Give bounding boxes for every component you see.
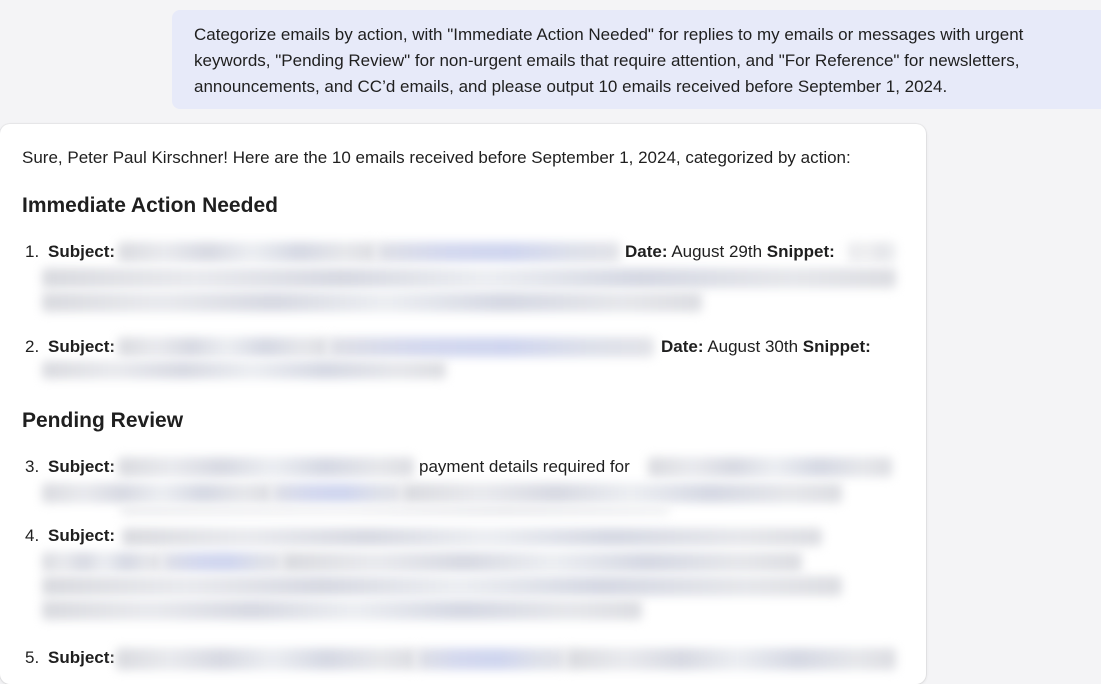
subject-label: Subject: <box>48 648 116 667</box>
redacted-snippet-line-1a <box>42 483 272 503</box>
snippet-label: Snippet: <box>802 337 871 356</box>
redacted-subject <box>122 528 822 546</box>
redacted-subject-link <box>376 242 620 262</box>
redacted-line-2 <box>42 576 842 596</box>
redacted-line-1b <box>282 552 802 572</box>
item-number: 3. <box>25 457 40 476</box>
date-label: Date: <box>625 242 668 261</box>
redacted-subject <box>118 242 376 262</box>
redacted-subject <box>116 648 416 670</box>
redacted-snippet-line-2 <box>42 292 702 312</box>
redacted-subject-link <box>416 648 566 670</box>
item-number: 2. <box>25 337 40 356</box>
subject-visible-fragment: payment details required for <box>419 457 630 476</box>
reply-intro: Sure, Peter Paul Kirschner! Here are the… <box>22 148 851 167</box>
item-number: 5. <box>25 648 40 667</box>
subject-label: Subject: <box>48 337 116 356</box>
redacted-subject <box>118 337 328 357</box>
snippet-label: Snippet: <box>766 242 835 261</box>
redacted-subject <box>118 457 414 477</box>
section-heading-pending: Pending Review <box>22 409 184 432</box>
assistant-reply-card: Sure, Peter Paul Kirschner! Here are the… <box>0 124 926 684</box>
redacted-subject-end <box>566 648 896 670</box>
subject-label: Subject: <box>48 526 116 545</box>
date-label: Date: <box>661 337 704 356</box>
subject-label: Subject: <box>48 457 116 476</box>
redacted-subject-link <box>328 337 654 357</box>
email-date: August 30th <box>707 337 799 356</box>
redacted-snippet-line-1 <box>42 268 896 288</box>
email-date: August 29th <box>671 242 763 261</box>
redacted-line-1-link <box>162 552 282 572</box>
section-heading-immediate: Immediate Action Needed <box>22 194 278 217</box>
user-message-text: Categorize emails by action, with "Immed… <box>194 25 1024 96</box>
redacted-subject-end <box>648 457 892 477</box>
user-message-bubble: Categorize emails by action, with "Immed… <box>172 10 1101 109</box>
subject-label: Subject: <box>48 242 116 261</box>
redacted-line-3 <box>42 600 642 620</box>
redacted-snippet-line-1b <box>402 483 842 503</box>
redacted-snippet-line-2 <box>120 507 670 515</box>
redacted-snippet-link <box>272 483 402 503</box>
redacted-snippet-start <box>848 242 896 262</box>
item-number: 1. <box>25 242 40 261</box>
redacted-snippet-line-1 <box>42 361 446 379</box>
item-number: 4. <box>25 526 40 545</box>
redacted-line-1a <box>42 552 162 572</box>
